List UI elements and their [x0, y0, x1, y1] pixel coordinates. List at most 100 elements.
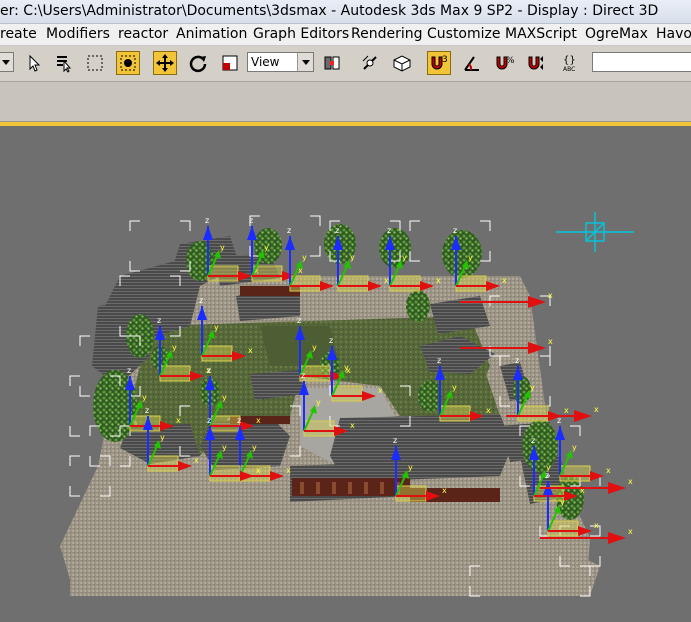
axis-label-x: x	[286, 466, 291, 475]
edit-named-selection-icon[interactable]: {} ABC	[560, 51, 584, 75]
axis-label-z: z	[207, 416, 211, 425]
axis-label-x: x	[248, 346, 253, 355]
menu-customize[interactable]: Customize	[427, 26, 501, 42]
snaps-toggle-icon[interactable]: 3	[427, 51, 451, 75]
axis-label-z: z	[531, 436, 535, 445]
axis-label-y: y	[468, 253, 473, 262]
select-and-manipulate-icon[interactable]	[358, 51, 382, 75]
axis-label-z: z	[301, 371, 305, 380]
perspective-viewport[interactable]: zyxzyxzyxzyxzyxzyxzyxzyxzyxzyxzyxzyxzyxz…	[0, 126, 691, 622]
axis-label-y: y	[222, 393, 227, 402]
menu-reactor[interactable]: reactor	[118, 26, 168, 42]
axis-label-y: y	[142, 393, 147, 402]
axis-label-z: z	[515, 356, 519, 365]
svg-text:{}: {}	[563, 55, 576, 66]
menu-bar: reate Modifiers reactor Animation Graph …	[0, 24, 691, 46]
axis-label-y: y	[220, 243, 225, 252]
axis-label-y: y	[560, 498, 565, 507]
angle-snap-icon[interactable]	[460, 51, 484, 75]
axis-label-z: z	[287, 226, 291, 235]
axis-label-x: x	[194, 456, 199, 465]
axis-label-z: z	[145, 406, 149, 415]
axis-label-y: y	[350, 253, 355, 262]
axis-label-y: y	[264, 243, 269, 252]
axis-label-x: x	[628, 477, 633, 486]
axis-label-x: x	[628, 527, 633, 536]
axis-label-y: y	[160, 433, 165, 442]
axis-label-y: y	[302, 253, 307, 262]
menu-modifiers[interactable]: Modifiers	[46, 26, 110, 42]
main-toolbar: View 3 % {} ABC	[0, 46, 691, 82]
axis-label-z: z	[545, 471, 549, 480]
axis-label-z: z	[237, 416, 241, 425]
menu-create[interactable]: reate	[0, 26, 37, 42]
menu-graph-editors[interactable]: Graph Editors	[253, 26, 349, 42]
axis-label-x: x	[350, 421, 355, 430]
select-and-rotate-icon[interactable]	[186, 51, 210, 75]
window-title: er: C:\Users\Administrator\Documents\3ds…	[0, 3, 659, 19]
select-and-scale-icon[interactable]	[218, 51, 242, 75]
axis-label-y: y	[452, 383, 457, 392]
command-tab-strip	[0, 82, 691, 122]
axis-label-z: z	[557, 416, 561, 425]
reference-coordinate-value: View	[251, 55, 280, 69]
menu-havok[interactable]: Havok	[656, 26, 691, 42]
axis-label-y: y	[344, 363, 349, 372]
axis-label-z: z	[249, 216, 253, 225]
named-selection-sets-field[interactable]	[592, 52, 691, 72]
svg-text:%: %	[506, 56, 514, 66]
reference-coordinate-dropdown[interactable]: View	[247, 52, 314, 72]
window-crossing-icon[interactable]	[116, 51, 140, 75]
axis-label-x: x	[378, 386, 383, 395]
spinner-snap-icon[interactable]	[524, 51, 548, 75]
axis-label-x: x	[256, 466, 261, 475]
axis-label-x: x	[176, 416, 181, 425]
axis-label-z: z	[127, 366, 131, 375]
axis-label-z: z	[157, 316, 161, 325]
axis-label-y: y	[172, 343, 177, 352]
axis-label-y: y	[222, 443, 227, 452]
axis-label-x: x	[594, 405, 599, 414]
axis-label-x: x	[436, 276, 441, 285]
axis-label-z: z	[437, 356, 441, 365]
axis-label-y: y	[312, 343, 317, 352]
title-bar: er: C:\Users\Administrator\Documents\3ds…	[0, 0, 691, 24]
axis-label-z: z	[199, 296, 203, 305]
rectangular-selection-icon[interactable]	[83, 51, 107, 75]
axis-label-x: x	[594, 521, 599, 530]
axis-label-y: y	[408, 463, 413, 472]
axis-label-z: z	[335, 226, 339, 235]
axis-label-y: y	[214, 323, 219, 332]
axis-label-x: x	[606, 466, 611, 475]
select-object-icon[interactable]	[22, 51, 46, 75]
menu-animation[interactable]: Animation	[176, 26, 247, 42]
percent-snap-icon[interactable]: %	[492, 51, 516, 75]
menu-rendering[interactable]: Rendering	[351, 26, 423, 42]
axis-label-x: x	[548, 337, 553, 346]
menu-maxscript[interactable]: MAXScript	[505, 26, 577, 42]
viewport-scene[interactable]: zyxzyxzyxzyxzyxzyxzyxzyxzyxzyxzyxzyxzyxz…	[0, 126, 691, 622]
axis-label-y: y	[572, 443, 577, 452]
axis-label-x: x	[502, 276, 507, 285]
axis-label-x: x	[384, 276, 389, 285]
axis-label-z: z	[393, 436, 397, 445]
select-and-move-icon[interactable]	[153, 51, 177, 75]
axis-label-z: z	[453, 226, 457, 235]
axis-label-x: x	[256, 416, 261, 425]
move-gizmo: z y x	[555, 416, 611, 482]
axis-label-x: x	[486, 406, 491, 415]
use-pivot-center-icon[interactable]	[320, 51, 344, 75]
axis-label-z: z	[205, 216, 209, 225]
camera-helper	[556, 212, 634, 252]
axis-label-z: z	[329, 336, 333, 345]
selection-filter-dropdown[interactable]	[0, 52, 14, 72]
axis-label-y: y	[530, 383, 535, 392]
axis-label-y: y	[316, 398, 321, 407]
axis-label-z: z	[297, 316, 301, 325]
menu-ogremax[interactable]: OgreMax	[585, 26, 648, 42]
axis-label-x: x	[548, 291, 553, 300]
axis-label-y: y	[402, 253, 407, 262]
keyboard-shortcut-override-icon[interactable]	[390, 51, 414, 75]
svg-text:ABC: ABC	[563, 66, 575, 73]
select-by-name-icon[interactable]	[52, 51, 76, 75]
